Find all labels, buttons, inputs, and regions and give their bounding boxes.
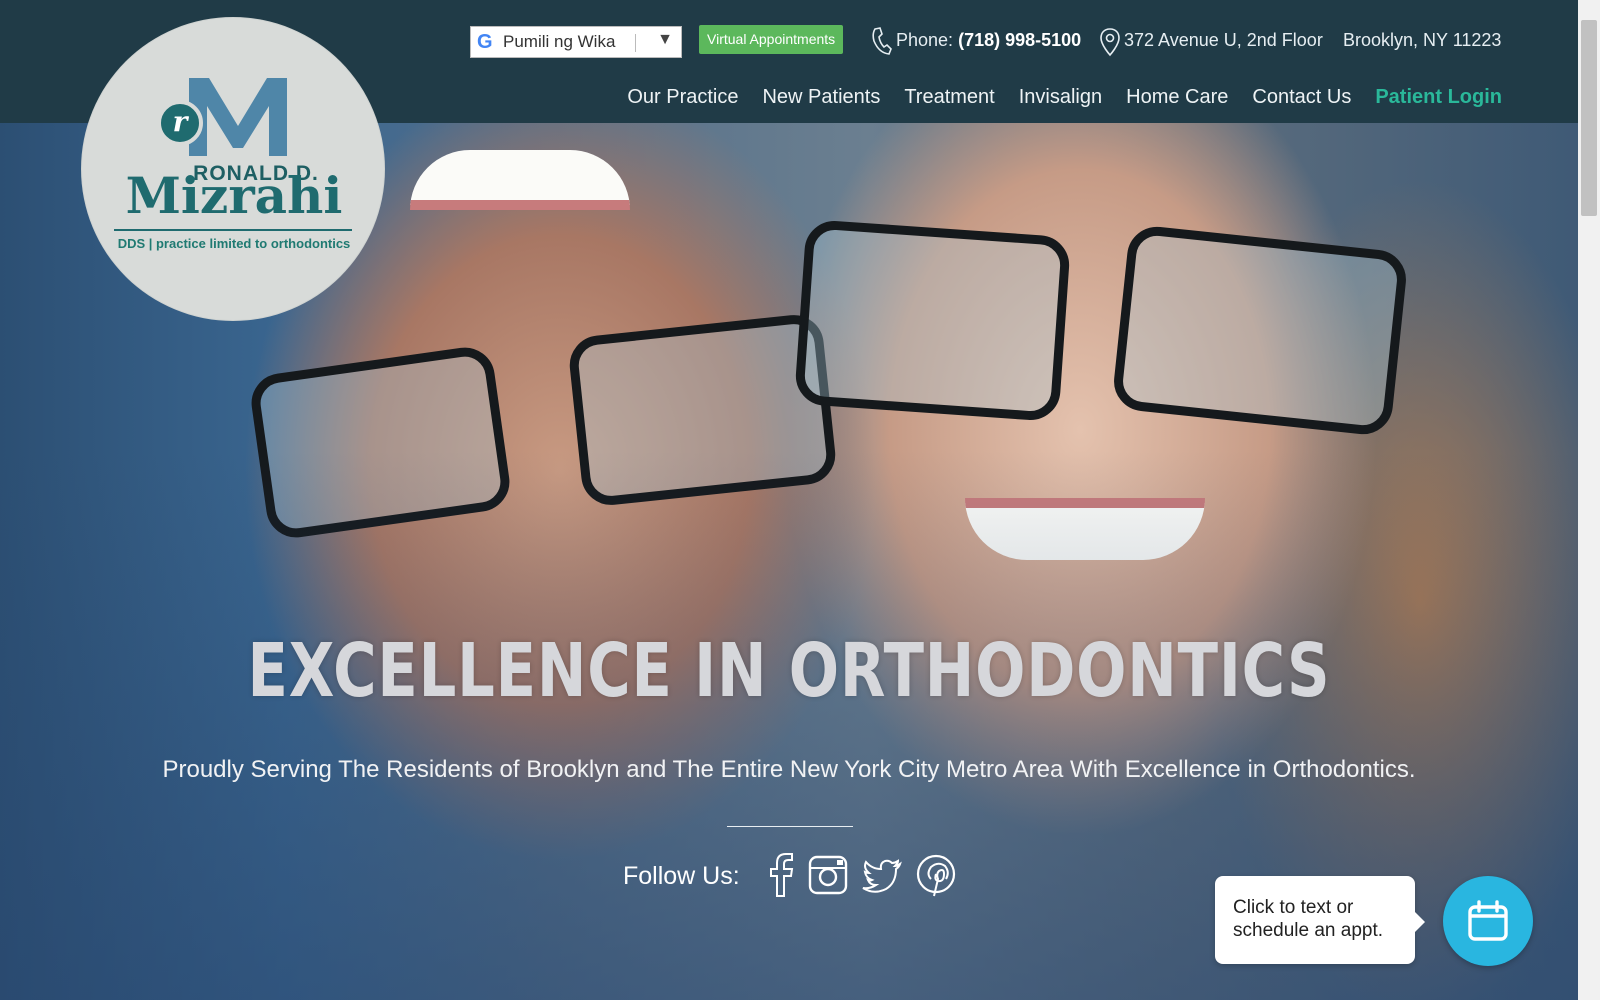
phone-label: Phone: — [896, 30, 954, 50]
nav-new-patients[interactable]: New Patients — [762, 86, 880, 109]
follow-us-label: Follow Us: — [623, 862, 740, 890]
address-line-2[interactable]: Brooklyn, NY 11223 — [1343, 30, 1501, 51]
hero-photo-glasses — [247, 343, 514, 542]
practice-logo[interactable]: r RONALD D. Mizrahi DDS | practice limit… — [82, 18, 384, 320]
phone-contact[interactable]: Phone: (718) 998-5100 — [896, 30, 1081, 51]
dropdown-arrow-icon[interactable]: ▼ — [657, 31, 673, 49]
logo-subtitle: DDS | practice limited to orthodontics — [117, 236, 351, 251]
hero-subline: Proudly Serving The Residents of Brookly… — [162, 756, 1416, 783]
hero-photo-smile-top — [410, 150, 630, 210]
facebook-icon[interactable] — [760, 852, 804, 898]
nav-treatment[interactable]: Treatment — [904, 86, 994, 109]
schedule-chat-button[interactable] — [1443, 876, 1533, 966]
hero-photo-glasses — [793, 218, 1072, 423]
hero-photo-glasses — [566, 312, 839, 508]
scrollbar-thumb[interactable] — [1581, 20, 1597, 216]
twitter-icon[interactable] — [860, 852, 904, 898]
logo-r-monogram: r — [157, 100, 203, 146]
calendar-icon — [1468, 900, 1508, 941]
language-select[interactable]: G Pumili ng Wika ▼ — [470, 26, 682, 58]
chat-prompt-bubble[interactable]: Click to text or schedule an appt. — [1215, 876, 1425, 964]
main-nav: Our Practice New Patients Treatment Invi… — [627, 86, 1502, 109]
hero-divider — [727, 826, 853, 827]
virtual-appointments-button[interactable]: Virtual Appointments — [699, 25, 844, 54]
hero-photo-smile-bottom — [965, 498, 1205, 560]
page-scrollbar[interactable] — [1578, 0, 1600, 1000]
address-line-1[interactable]: 372 Avenue U, 2nd Floor — [1124, 30, 1323, 51]
google-icon: G — [477, 30, 493, 53]
logo-last-name: Mizrahi — [125, 166, 343, 225]
logo-divider — [114, 229, 352, 231]
instagram-icon[interactable] — [806, 852, 850, 898]
pinterest-icon[interactable] — [914, 852, 958, 898]
hero-photo-glasses — [1111, 223, 1409, 438]
phone-icon — [872, 27, 892, 55]
nav-patient-login[interactable]: Patient Login — [1375, 86, 1502, 109]
map-pin-icon — [1100, 28, 1120, 57]
nav-invisalign[interactable]: Invisalign — [1019, 86, 1102, 109]
hero-headline: EXCELLENCE IN ORTHODONTICS — [247, 628, 1331, 714]
nav-home-care[interactable]: Home Care — [1126, 86, 1228, 109]
phone-number[interactable]: (718) 998-5100 — [958, 30, 1081, 50]
select-separator — [635, 34, 636, 52]
nav-our-practice[interactable]: Our Practice — [627, 86, 738, 109]
nav-contact-us[interactable]: Contact Us — [1252, 86, 1351, 109]
language-select-value: Pumili ng Wika — [503, 32, 616, 51]
